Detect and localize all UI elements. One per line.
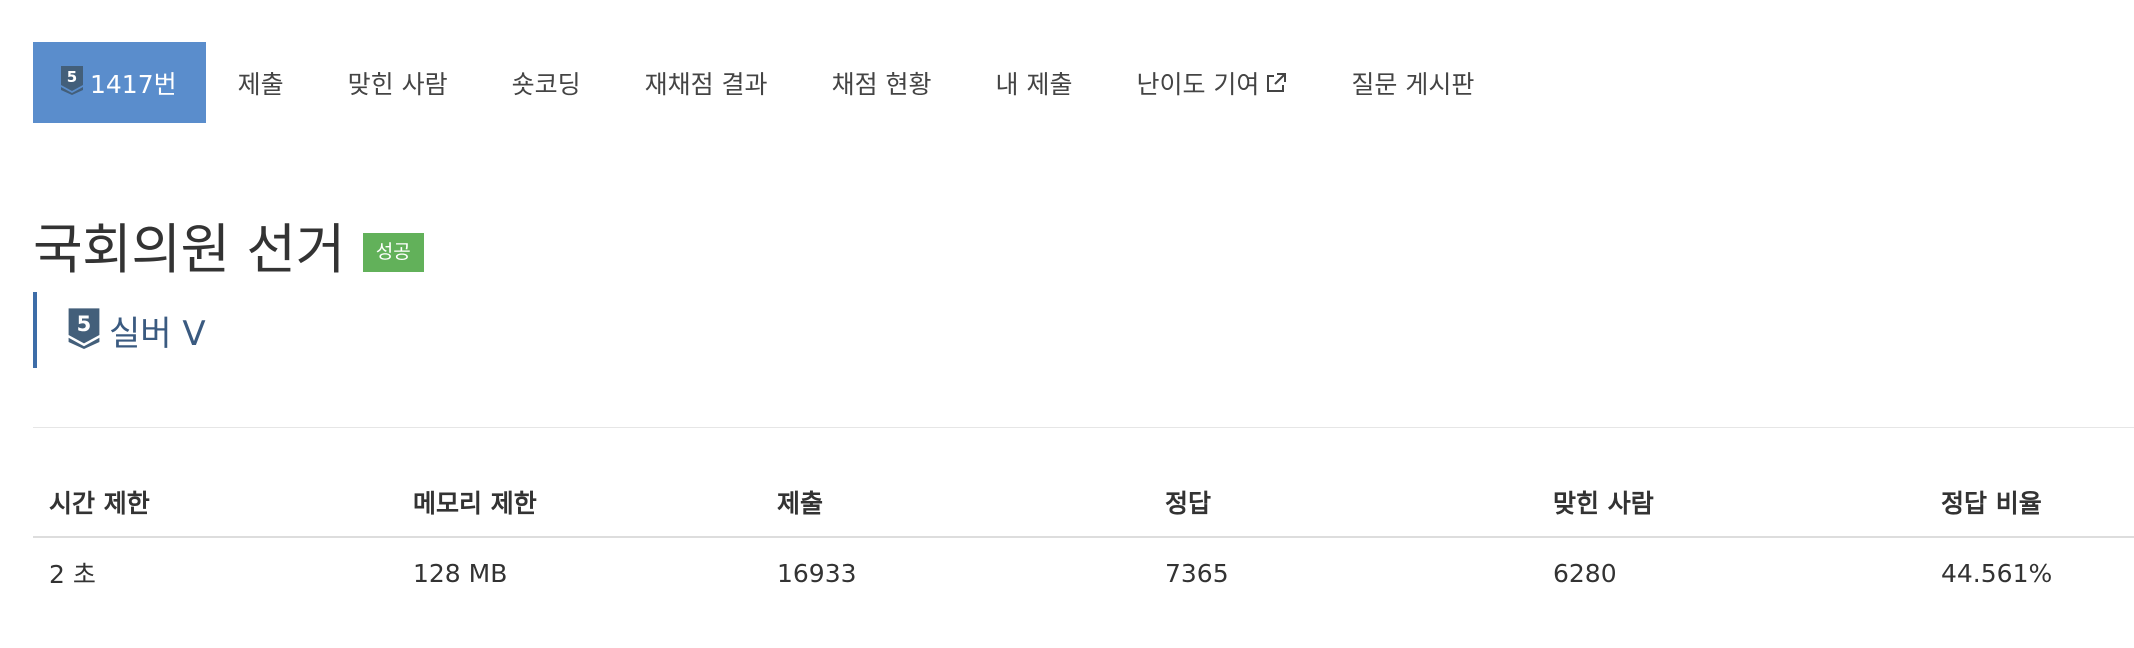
submissions-value: 16933 bbox=[777, 558, 857, 588]
header-submissions: 제출 bbox=[777, 489, 824, 518]
tab-label: 맞힌 사람 bbox=[347, 69, 448, 99]
tab-solvers[interactable]: 맞힌 사람 bbox=[316, 42, 480, 123]
accepted-value: 7365 bbox=[1165, 558, 1229, 588]
header-time-limit: 시간 제한 bbox=[49, 489, 150, 518]
table-row: 2 초 128 MB 16933 7365 6280 44.561% bbox=[33, 538, 2134, 608]
header-accept-rate: 정답 비율 bbox=[1941, 489, 2042, 518]
header-accepted: 정답 bbox=[1165, 489, 1212, 518]
title-row: 국회의원 선거 성공 bbox=[33, 205, 424, 284]
problem-tier: 5 실버 V bbox=[33, 292, 206, 368]
tab-label: 질문 게시판 bbox=[1351, 69, 1475, 99]
problem-menu: 5 1417번 제출 맞힌 사람 숏코딩 재채점 결과 채점 현황 내 제출 난… bbox=[33, 42, 1506, 123]
tab-my-submissions[interactable]: 내 제출 bbox=[964, 42, 1105, 123]
accept-rate-value: 44.561% bbox=[1941, 558, 2053, 588]
tab-problem[interactable]: 5 1417번 bbox=[33, 42, 206, 123]
tab-short-coding[interactable]: 숏코딩 bbox=[480, 42, 613, 123]
divider bbox=[33, 427, 2134, 428]
problem-page: 5 1417번 제출 맞힌 사람 숏코딩 재채점 결과 채점 현황 내 제출 난… bbox=[0, 0, 2134, 648]
tier-silver-icon: 5 bbox=[60, 65, 84, 101]
tab-difficulty-contribute[interactable]: 난이도 기여 bbox=[1104, 42, 1319, 123]
tab-label: 난이도 기여 bbox=[1136, 69, 1260, 99]
tab-rejudge[interactable]: 재채점 결과 bbox=[613, 42, 800, 123]
table-header-row: 시간 제한 메모리 제한 제출 정답 맞힌 사람 정답 비율 bbox=[33, 468, 2134, 538]
tab-label: 숏코딩 bbox=[511, 69, 581, 99]
problem-info-table: 시간 제한 메모리 제한 제출 정답 맞힌 사람 정답 비율 2 초 128 M… bbox=[33, 468, 2134, 608]
tier-digit: 5 bbox=[67, 68, 77, 86]
tab-label: 제출 bbox=[237, 69, 284, 99]
status-badge: 성공 bbox=[362, 233, 424, 272]
problem-title: 국회의원 선거 bbox=[33, 218, 345, 281]
header-solvers: 맞힌 사람 bbox=[1553, 489, 1654, 518]
external-link-icon bbox=[1265, 72, 1287, 94]
tab-submit[interactable]: 제출 bbox=[206, 42, 316, 123]
tab-label: 채점 현황 bbox=[831, 69, 932, 99]
tab-label: 내 제출 bbox=[995, 69, 1073, 99]
tier-label: 실버 V bbox=[109, 313, 206, 354]
memory-limit-value: 128 MB bbox=[413, 558, 508, 588]
tab-label: 재채점 결과 bbox=[644, 69, 768, 99]
tier-silver-icon: 5 bbox=[67, 307, 101, 353]
solvers-value: 6280 bbox=[1553, 558, 1617, 588]
tab-status[interactable]: 채점 현황 bbox=[800, 42, 964, 123]
header-memory-limit: 메모리 제한 bbox=[413, 489, 537, 518]
tier-digit: 5 bbox=[77, 312, 92, 336]
tab-label: 1417번 bbox=[90, 69, 177, 99]
tab-board[interactable]: 질문 게시판 bbox=[1319, 42, 1506, 123]
time-limit-value: 2 초 bbox=[49, 560, 96, 589]
